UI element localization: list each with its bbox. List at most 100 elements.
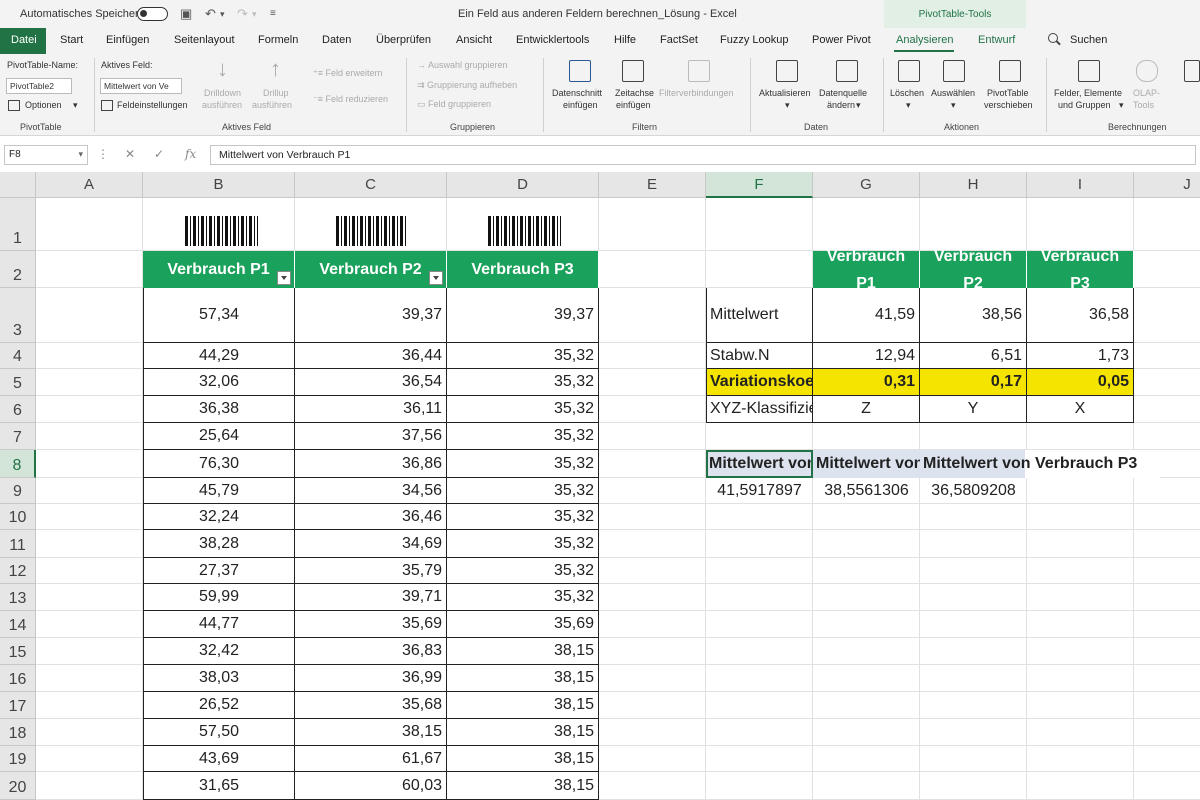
table-cell[interactable]: 38,15 <box>447 638 599 665</box>
table-cell[interactable]: 35,32 <box>447 584 599 611</box>
table-cell[interactable]: 34,56 <box>295 478 447 504</box>
table-cell[interactable]: 32,42 <box>143 638 295 665</box>
column-header-c[interactable]: C <box>295 172 447 198</box>
column-header-i[interactable]: I <box>1027 172 1134 198</box>
pivot-value[interactable]: 36,5809208 <box>920 478 1027 504</box>
table-cell[interactable]: 44,29 <box>143 343 295 369</box>
row-header-9[interactable]: 9 <box>0 478 36 504</box>
fields-items-label[interactable]: Felder, Elemente <box>1054 88 1122 98</box>
table-cell[interactable]: 37,56 <box>295 423 447 450</box>
select-icon[interactable] <box>943 60 965 82</box>
table-cell[interactable]: 59,99 <box>143 584 295 611</box>
filter-dropdown-button[interactable] <box>277 271 291 285</box>
ungroup-button[interactable]: ⇉ Gruppierung aufheben <box>417 80 517 91</box>
tab-insert[interactable]: Einfügen <box>106 34 149 46</box>
filter-connections-label[interactable]: Filterverbindungen <box>659 88 734 98</box>
filter-connections-icon[interactable] <box>688 60 710 82</box>
clear-icon[interactable] <box>898 60 920 82</box>
fields-items-label-2[interactable]: und Gruppen <box>1058 100 1111 110</box>
options-dropdown-icon[interactable]: ▾ <box>73 100 78 111</box>
autosave-toggle[interactable] <box>137 7 168 21</box>
table-cell[interactable]: 35,32 <box>447 423 599 450</box>
table-cell[interactable]: 43,69 <box>143 746 295 772</box>
drilldown-icon[interactable]: ↓ <box>217 56 228 82</box>
select-label[interactable]: Auswählen <box>931 88 975 98</box>
table-cell[interactable]: 35,32 <box>447 396 599 423</box>
options-icon[interactable] <box>8 100 20 111</box>
row-header-17[interactable]: 17 <box>0 692 36 719</box>
table-cell[interactable]: 36,86 <box>295 450 447 478</box>
tab-power-pivot[interactable]: Power Pivot <box>812 34 871 46</box>
drillup-label-2[interactable]: ausführen <box>252 100 292 110</box>
fields-items-dropdown-icon[interactable]: ▾ <box>1119 100 1124 111</box>
table-cell[interactable]: 35,32 <box>447 369 599 396</box>
table-cell[interactable]: 36,44 <box>295 343 447 369</box>
cancel-icon[interactable]: ✕ <box>125 147 135 161</box>
table-cell[interactable]: 35,32 <box>447 530 599 558</box>
confirm-icon[interactable]: ✓ <box>154 147 164 161</box>
search-icon[interactable] <box>1048 33 1058 43</box>
change-datasource-label[interactable]: Datenquelle <box>819 88 867 98</box>
table-cell[interactable]: 57,34 <box>143 288 295 343</box>
table-cell[interactable]: 27,37 <box>143 558 295 584</box>
row-header-4[interactable]: 4 <box>0 343 36 369</box>
save-icon[interactable]: ▣ <box>180 6 192 22</box>
table-cell[interactable]: 38,28 <box>143 530 295 558</box>
select-dropdown-icon[interactable]: ▾ <box>951 100 956 111</box>
row-header-7[interactable]: 7 <box>0 423 36 450</box>
table-cell[interactable]: 35,32 <box>447 478 599 504</box>
table-cell[interactable]: 76,30 <box>143 450 295 478</box>
table-cell[interactable]: 26,52 <box>143 692 295 719</box>
change-datasource-dropdown-icon[interactable]: ▾ <box>856 100 861 111</box>
tab-analyze[interactable]: Analysieren <box>896 34 953 46</box>
refresh-dropdown-icon[interactable]: ▾ <box>785 100 790 111</box>
table-cell[interactable]: 38,15 <box>447 692 599 719</box>
table-cell[interactable]: 35,69 <box>447 611 599 638</box>
column-header-e[interactable]: E <box>599 172 706 198</box>
table-cell[interactable]: 38,15 <box>447 719 599 746</box>
pivottable-name-input[interactable]: PivotTable2 <box>6 78 72 94</box>
table-cell[interactable]: 36,54 <box>295 369 447 396</box>
row-header-6[interactable]: 6 <box>0 396 36 423</box>
table-cell[interactable]: 39,37 <box>295 288 447 343</box>
table-cell[interactable]: 45,79 <box>143 478 295 504</box>
table-cell[interactable]: 38,15 <box>447 746 599 772</box>
column-header-h[interactable]: H <box>920 172 1027 198</box>
table-cell[interactable]: 35,69 <box>295 611 447 638</box>
drillup-icon[interactable]: ↑ <box>270 56 281 82</box>
filter-dropdown-button[interactable] <box>429 271 443 285</box>
row-header-8[interactable]: 8 <box>0 450 36 478</box>
table-cell[interactable]: 36,83 <box>295 638 447 665</box>
table-cell[interactable]: 35,32 <box>447 504 599 530</box>
insert-slicer-label[interactable]: Datenschnitt <box>552 88 602 98</box>
undo-dropdown-icon[interactable]: ▾ <box>220 9 225 20</box>
tab-start[interactable]: Start <box>60 34 83 46</box>
collapse-field-button[interactable]: ⁻≡ Feld reduzieren <box>313 94 388 105</box>
table-cell[interactable]: 35,68 <box>295 692 447 719</box>
olap-tools-label-2[interactable]: Tools <box>1133 100 1154 110</box>
redo-dropdown-icon[interactable]: ▾ <box>252 9 257 20</box>
table-cell[interactable]: 35,32 <box>447 343 599 369</box>
table-cell[interactable]: 36,99 <box>295 665 447 692</box>
row-header-13[interactable]: 13 <box>0 584 36 611</box>
table-cell[interactable]: 31,65 <box>143 772 295 800</box>
table-cell[interactable]: 35,79 <box>295 558 447 584</box>
column-header-f[interactable]: F <box>706 172 813 198</box>
clear-dropdown-icon[interactable]: ▾ <box>906 100 911 111</box>
tab-data[interactable]: Daten <box>322 34 351 46</box>
tab-fuzzy-lookup[interactable]: Fuzzy Lookup <box>720 34 788 46</box>
olap-tools-label[interactable]: OLAP- <box>1133 88 1160 98</box>
table-cell[interactable]: 39,37 <box>447 288 599 343</box>
tab-page-layout[interactable]: Seitenlayout <box>174 34 235 46</box>
tab-design[interactable]: Entwurf <box>978 34 1015 46</box>
column-header-b[interactable]: B <box>143 172 295 198</box>
row-header-3[interactable]: 3 <box>0 288 36 343</box>
drilldown-label-2[interactable]: ausführen <box>202 100 242 110</box>
row-header-2[interactable]: 2 <box>0 251 36 288</box>
table-cell[interactable]: 35,32 <box>447 450 599 478</box>
row-header-12[interactable]: 12 <box>0 558 36 584</box>
table-cell[interactable]: 34,69 <box>295 530 447 558</box>
pivot-header-3[interactable]: Mittelwert von Verbrauch P3 <box>920 450 1160 478</box>
relationships-icon[interactable] <box>1184 60 1200 82</box>
row-header-5[interactable]: 5 <box>0 369 36 396</box>
